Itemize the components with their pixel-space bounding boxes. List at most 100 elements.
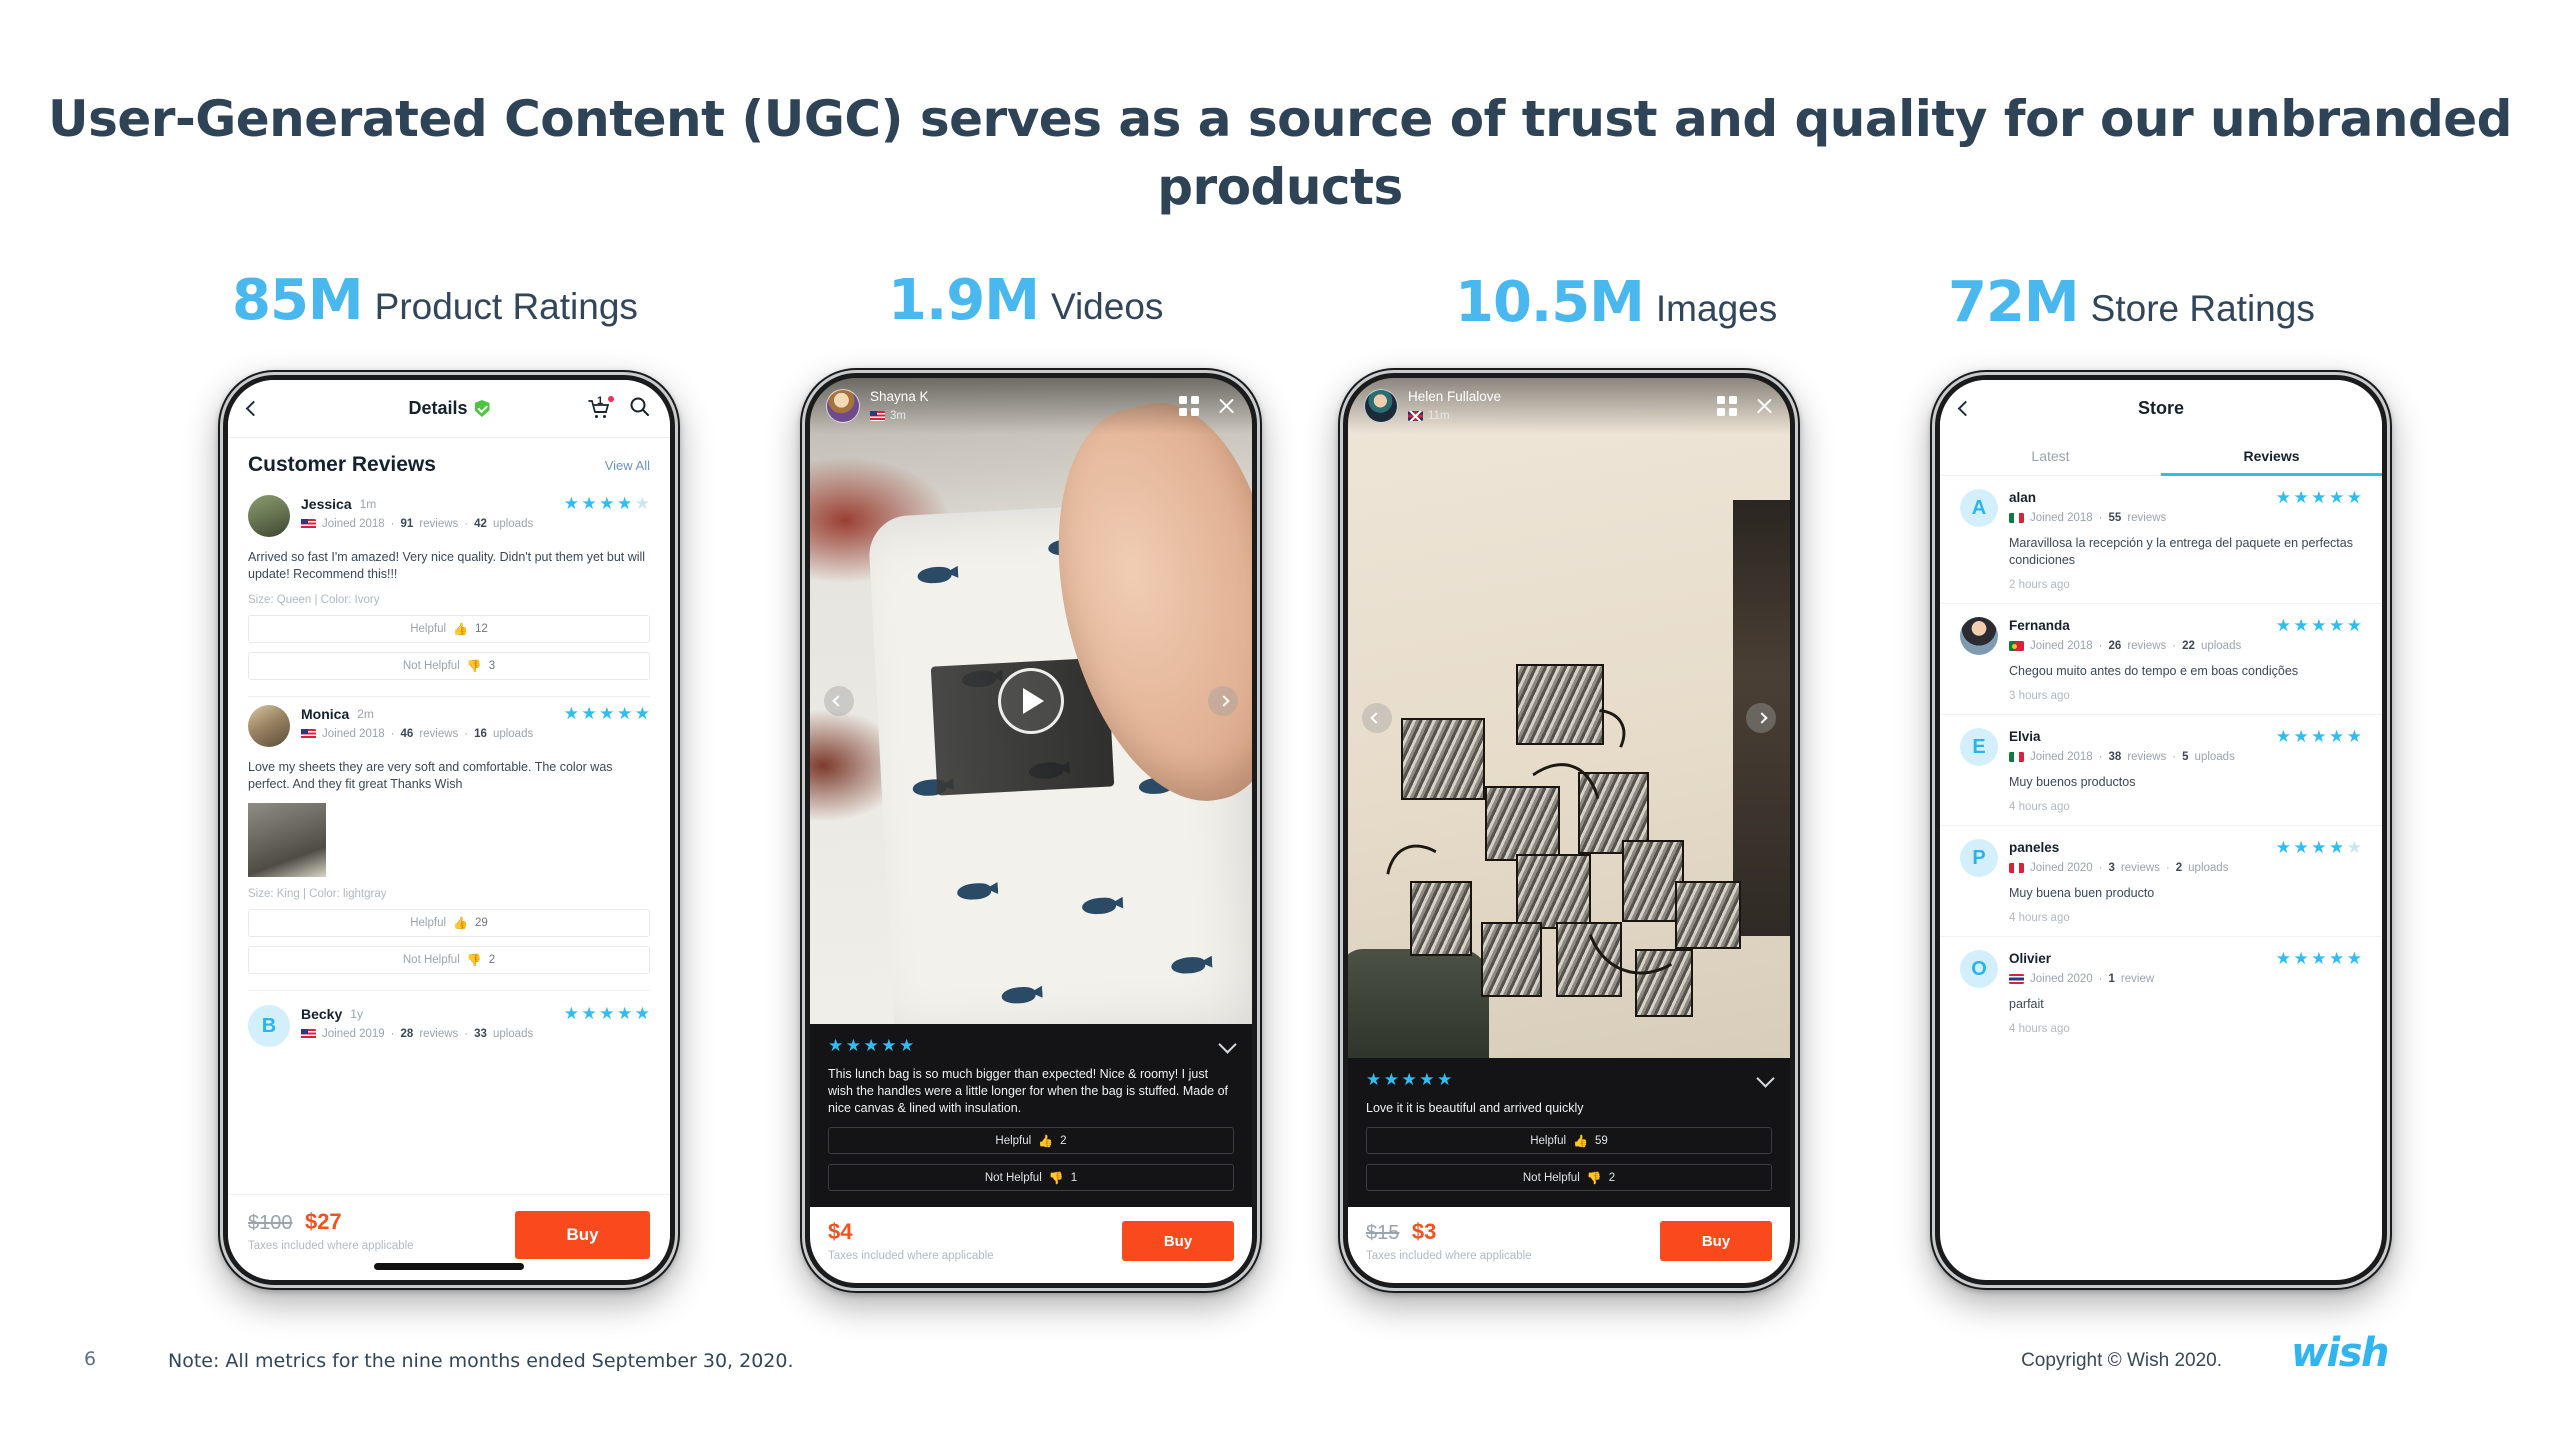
price-original: $15 bbox=[1366, 1222, 1400, 1244]
thumbs-down-icon: 👎 bbox=[466, 659, 482, 673]
helpful-label: Helpful bbox=[410, 917, 447, 929]
close-icon[interactable] bbox=[1755, 397, 1774, 416]
review-name-row: Jessica 1m ★ ★ ★ ★ ★ bbox=[301, 495, 650, 512]
review-name-row: alan ★ ★ ★ ★ ★ bbox=[2009, 489, 2362, 506]
avatar bbox=[248, 495, 290, 537]
video-player-area[interactable]: Shayna K 3m bbox=[810, 378, 1252, 1024]
buy-button[interactable]: Buy bbox=[515, 1211, 650, 1259]
chevron-down-icon[interactable] bbox=[1218, 1035, 1237, 1054]
review-header: P paneles ★ ★ ★ ★ ★ Joined 2020 · 3 revi… bbox=[1960, 839, 2362, 924]
reviews-count: 55 bbox=[2108, 512, 2122, 524]
grid-icon[interactable] bbox=[1717, 396, 1737, 416]
uploads-word: uploads bbox=[2194, 751, 2235, 763]
video-header-overlay: Shayna K 3m bbox=[810, 378, 1252, 434]
star-rating: ★ ★ ★ ★ ★ bbox=[1366, 1070, 1453, 1089]
buy-button[interactable]: Buy bbox=[1660, 1221, 1772, 1261]
page-number: 6 bbox=[84, 1348, 97, 1370]
reviews-word: reviews bbox=[419, 1028, 459, 1040]
reviewer-stats: Joined 2020 · 3 reviews · 2 uploads bbox=[2009, 862, 2362, 874]
flag-icon-us bbox=[870, 410, 885, 421]
helpful-count: 12 bbox=[474, 623, 488, 635]
not-helpful-label: Not Helpful bbox=[402, 954, 460, 966]
star-rating: ★ ★ ★ ★ ★ bbox=[2275, 838, 2362, 857]
reviewer-name: Monica bbox=[301, 705, 350, 722]
uploader-name: Shayna K bbox=[870, 388, 929, 404]
avatar bbox=[1364, 389, 1398, 423]
store-nav-bar: Store bbox=[1940, 380, 2382, 436]
avatar-initial: A bbox=[1971, 496, 1987, 519]
helpful-button[interactable]: Helpful 👍 59 bbox=[1366, 1127, 1772, 1154]
flag-icon-us bbox=[301, 1029, 316, 1039]
phone-mockup-product-reviews: Details 1 Customer Reviews View All Jess… bbox=[218, 370, 680, 1290]
view-all-link[interactable]: View All bbox=[605, 458, 650, 473]
helpful-count: 29 bbox=[474, 917, 488, 929]
review-photo[interactable] bbox=[248, 803, 326, 877]
review-name-row: Monica 2m ★ ★ ★ ★ ★ bbox=[301, 705, 650, 722]
reviewer-name: Fernanda bbox=[2009, 618, 2070, 633]
review-text: Muy buenos productos bbox=[2009, 775, 2136, 789]
reviews-count: 26 bbox=[2108, 640, 2122, 652]
uploads-count: 33 bbox=[474, 1028, 487, 1040]
avatar: E bbox=[1960, 728, 1998, 766]
play-icon[interactable] bbox=[998, 668, 1064, 734]
grid-icon[interactable] bbox=[1179, 396, 1199, 416]
reviewer-stats: Joined 2019 · 28 reviews · 33 uploads bbox=[301, 1028, 650, 1040]
avatar: P bbox=[1960, 839, 1998, 877]
home-indicator bbox=[374, 1263, 524, 1270]
reviews-count: 46 bbox=[400, 728, 414, 740]
metric-videos: 1.9M Videos bbox=[888, 268, 1163, 333]
helpful-button[interactable]: Helpful 👍 29 bbox=[248, 909, 650, 937]
tab-latest[interactable]: Latest bbox=[1940, 436, 2161, 475]
not-helpful-label: Not Helpful bbox=[402, 660, 460, 672]
avatar-initial: B bbox=[261, 1014, 277, 1037]
review-meta: Monica 2m ★ ★ ★ ★ ★ Joined 2018 · 46 reviews … bbox=[301, 705, 650, 740]
helpful-count: 59 bbox=[1594, 1134, 1608, 1147]
store-ratings-screen: Store Latest Reviews A alan ★ ★ ★ ★ ★ Jo… bbox=[1940, 380, 2382, 1280]
image-viewer-area[interactable]: Helen Fullalove 11m bbox=[1348, 378, 1790, 1058]
review-age: 1y bbox=[350, 1006, 363, 1021]
star-rating: ★ ★ ★ ★ ★ bbox=[2275, 949, 2362, 968]
metric-store-ratings: 72M Store Ratings bbox=[1948, 270, 2315, 335]
review-name-row: Elvia ★ ★ ★ ★ ★ bbox=[2009, 728, 2362, 745]
review-meta: Becky 1y ★ ★ ★ ★ ★ Joined 2019 · 28 reviews ·… bbox=[301, 1005, 650, 1040]
chevron-down-icon[interactable] bbox=[1756, 1069, 1775, 1088]
buy-button[interactable]: Buy bbox=[1122, 1221, 1234, 1261]
review-meta: Olivier ★ ★ ★ ★ ★ Joined 2020 · 1 review parf… bbox=[2009, 950, 2362, 1035]
prev-media-button[interactable] bbox=[824, 686, 854, 716]
avatar bbox=[248, 705, 290, 747]
avatar: B bbox=[248, 1005, 290, 1047]
uploads-count: 22 bbox=[2182, 640, 2195, 652]
review-meta: Jessica 1m ★ ★ ★ ★ ★ Joined 2018 · 91 reviews… bbox=[301, 495, 650, 530]
next-media-button[interactable] bbox=[1208, 686, 1238, 716]
phone-mockup-video-review: Shayna K 3m ★ ★ ★ ★ ★ This lunch bag is … bbox=[800, 368, 1262, 1293]
price-current: $27 bbox=[304, 1209, 342, 1234]
next-media-button[interactable] bbox=[1746, 703, 1776, 733]
not-helpful-button[interactable]: Not Helpful 👎 1 bbox=[828, 1164, 1234, 1191]
rating-row: ★ ★ ★ ★ ★ bbox=[828, 1035, 1237, 1054]
reviews-word: reviews bbox=[2127, 751, 2167, 763]
cart-icon[interactable]: 1 bbox=[587, 395, 614, 420]
flag-icon-th bbox=[2009, 974, 2024, 984]
reviews-count: 38 bbox=[2108, 751, 2122, 763]
close-icon[interactable] bbox=[1217, 397, 1236, 416]
helpful-button[interactable]: Helpful 👍 2 bbox=[828, 1127, 1234, 1154]
not-helpful-button[interactable]: Not Helpful 👎 2 bbox=[1366, 1164, 1772, 1191]
not-helpful-button[interactable]: Not Helpful 👎 3 bbox=[248, 652, 650, 680]
review-item: B Becky 1y ★ ★ ★ ★ ★ Joined 2019 · 28 re… bbox=[228, 991, 670, 1047]
slide-root: User-Generated Content (UGC) serves as a… bbox=[0, 0, 2560, 1440]
flag-icon-pe bbox=[2009, 863, 2024, 873]
reviews-word: reviews bbox=[2127, 640, 2167, 652]
prev-media-button[interactable] bbox=[1362, 703, 1392, 733]
page-title: User-Generated Content (UGC) serves as a… bbox=[48, 90, 2512, 216]
phone-mockup-image-review: Helen Fullalove 11m ★ ★ ★ ★ ★ Love it it… bbox=[1338, 368, 1800, 1293]
flag-icon-pt bbox=[2009, 641, 2024, 651]
reviews-word: reviews bbox=[2127, 512, 2167, 524]
helpful-button[interactable]: Helpful 👍 12 bbox=[248, 615, 650, 643]
price-block: $4 Taxes included where applicable bbox=[828, 1219, 994, 1262]
helpful-label: Helpful bbox=[410, 623, 447, 635]
avatar: O bbox=[1960, 950, 1998, 988]
tab-reviews[interactable]: Reviews bbox=[2161, 436, 2382, 476]
review-meta: Fernanda ★ ★ ★ ★ ★ Joined 2018 · 26 reviews ·… bbox=[2009, 617, 2362, 702]
not-helpful-button[interactable]: Not Helpful 👎 2 bbox=[248, 946, 650, 974]
review-attributes: Size: Queen | Color: Ivory bbox=[248, 594, 380, 606]
